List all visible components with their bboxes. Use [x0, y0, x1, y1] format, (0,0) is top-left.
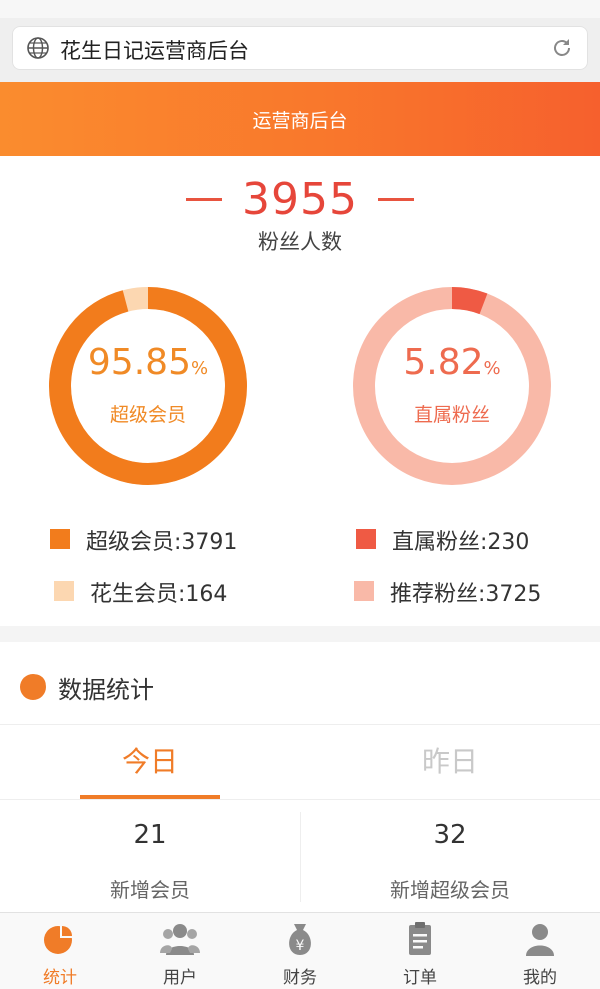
reload-icon[interactable] [550, 36, 574, 60]
clipboard-icon [409, 922, 431, 955]
legend-swatch [356, 529, 376, 549]
direct-fans-ring [353, 287, 551, 485]
ring-arc [49, 287, 247, 485]
data-statistics-card: 数据统计 今日 昨日 21 新增会员 32 新增超级会员 [0, 642, 600, 912]
page-header: 运营商后台 [0, 82, 600, 156]
super-member-percent: 95.85% [87, 342, 209, 383]
direct-fans-ring-label: 直属粉丝 [413, 404, 490, 426]
legend-swatch [50, 529, 70, 549]
svg-text:¥: ¥ [296, 938, 305, 954]
tabbar-label: 我的 [523, 968, 557, 988]
tabbar-label: 订单 [403, 968, 437, 988]
new-members-label: 新增会员 [110, 878, 190, 902]
fans-total-count: 3955 [242, 174, 358, 225]
section-title: 数据统计 [58, 676, 154, 704]
active-tab-underline [80, 795, 220, 799]
users-icon [160, 924, 200, 955]
page-url-title: 花生日记运营商后台 [60, 39, 249, 63]
tab-yesterday[interactable]: 昨日 [300, 725, 600, 799]
new-super-members-count: 32 [433, 820, 467, 850]
address-field[interactable]: 花生日记运营商后台 [12, 26, 588, 70]
tabbar-label: 财务 [283, 968, 317, 988]
tabbar-item-mine[interactable]: 我的 [480, 913, 600, 989]
tab-today[interactable]: 今日 [0, 725, 300, 799]
globe-icon [27, 37, 49, 59]
new-members-count: 21 [133, 820, 167, 850]
ring-track [353, 287, 551, 485]
new-super-members-label: 新增超级会员 [390, 878, 510, 902]
super-member-ring [49, 287, 247, 485]
pie-chart-icon [20, 672, 48, 700]
bottom-tab-bar: 统计 用户 ¥ 财务 订单 我的 [0, 912, 600, 989]
tabbar-label: 用户 [163, 968, 197, 988]
super-member-ring-label: 超级会员 [109, 404, 186, 426]
browser-url-bar: 花生日记运营商后台 [0, 18, 600, 82]
tabbar-item-orders[interactable]: 订单 [360, 913, 480, 989]
page-title: 运营商后台 [252, 110, 348, 132]
legend-swatch [54, 581, 74, 601]
status-bar [0, 0, 600, 18]
person-icon [526, 924, 554, 956]
legend-swatch [354, 581, 374, 601]
tabbar-item-stats[interactable]: 统计 [0, 913, 120, 989]
direct-fans-percent: 5.82% [403, 342, 501, 383]
tabbar-label: 统计 [43, 968, 77, 988]
fans-overview-card: 3955 粉丝人数 95.85% 超级会员 5.82% 直属粉丝 超级会员:37… [0, 156, 600, 626]
tabbar-item-users[interactable]: 用户 [120, 913, 240, 989]
date-tabs: 今日 昨日 [0, 724, 600, 800]
pie-chart-icon [44, 924, 74, 954]
money-bag-icon: ¥ [289, 924, 311, 955]
tabbar-item-finance[interactable]: ¥ 财务 [240, 913, 360, 989]
fans-total-label: 粉丝人数 [258, 230, 342, 254]
